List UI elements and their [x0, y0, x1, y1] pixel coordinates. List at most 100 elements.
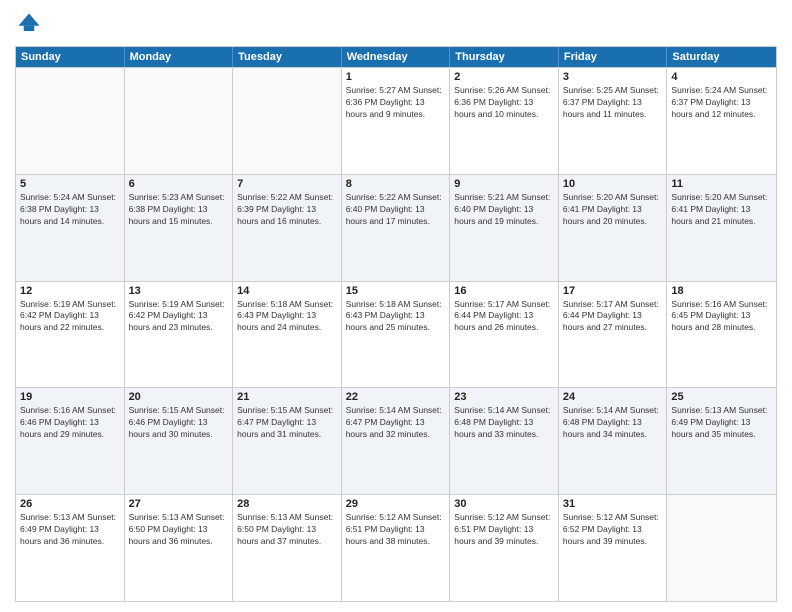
calendar-cell-21: 21 Sunrise: 5:15 AM Sunset: 6:47 PM Dayli…	[233, 388, 342, 494]
day-number: 22	[346, 391, 446, 403]
calendar-cell-19: 19Sunrise: 5:16 AM Sunset: 6:46 PM Dayli…	[16, 388, 125, 494]
day-info: Sunrise: 5:20 AM Sunset: 6:41 PM Dayligh…	[671, 192, 772, 228]
day-info: Sunrise: 5:18 AM Sunset: 6:43 PM Dayligh…	[237, 299, 337, 335]
page: SundayMondayTuesdayWednesdayThursdayFrid…	[0, 0, 792, 612]
calendar-cell-5: 5 Sunrise: 5:24 AM Sunset: 6:38 PM Daylig…	[16, 175, 125, 281]
day-number: 12	[20, 285, 120, 297]
day-number: 24	[563, 391, 663, 403]
day-number: 15	[346, 285, 446, 297]
day-number: 29	[346, 498, 446, 510]
calendar-cell-2: 2Sunrise: 5:26 AM Sunset: 6:36 PM Daylig…	[450, 68, 559, 174]
day-header-wednesday: Wednesday	[342, 47, 451, 67]
day-header-monday: Monday	[125, 47, 234, 67]
calendar-cell-13: 13Sunrise: 5:19 AM Sunset: 6:42 PM Dayli…	[125, 282, 234, 388]
day-info: Sunrise: 5:21 AM Sunset: 6:40 PM Dayligh…	[454, 192, 554, 228]
day-number: 13	[129, 285, 229, 297]
day-info: Sunrise: 5:22 AM Sunset: 6:40 PM Dayligh…	[346, 192, 446, 228]
day-info: Sunrise: 5:13 AM Sunset: 6:50 PM Dayligh…	[237, 512, 337, 548]
calendar-cell-28: 28 Sunrise: 5:13 AM Sunset: 6:50 PM Dayli…	[233, 495, 342, 601]
day-info: Sunrise: 5:22 AM Sunset: 6:39 PM Dayligh…	[237, 192, 337, 228]
calendar-cell-14: 14 Sunrise: 5:18 AM Sunset: 6:43 PM Dayli…	[233, 282, 342, 388]
day-info: Sunrise: 5:12 AM Sunset: 6:51 PM Dayligh…	[346, 512, 446, 548]
day-info: Sunrise: 5:24 AM Sunset: 6:37 PM Dayligh…	[671, 85, 772, 121]
day-info: Sunrise: 5:13 AM Sunset: 6:49 PM Dayligh…	[671, 405, 772, 441]
day-number: 1	[346, 71, 446, 83]
day-info: Sunrise: 5:17 AM Sunset: 6:44 PM Dayligh…	[563, 299, 663, 335]
day-number: 16	[454, 285, 554, 297]
calendar-cell-8: 8 Sunrise: 5:22 AM Sunset: 6:40 PM Daylig…	[342, 175, 451, 281]
calendar-cell-empty-0-1	[125, 68, 234, 174]
day-info: Sunrise: 5:12 AM Sunset: 6:51 PM Dayligh…	[454, 512, 554, 548]
calendar-cell-7: 7 Sunrise: 5:22 AM Sunset: 6:39 PM Daylig…	[233, 175, 342, 281]
calendar-week-1: 1 Sunrise: 5:27 AM Sunset: 6:36 PM Daylig…	[16, 67, 776, 174]
day-info: Sunrise: 5:23 AM Sunset: 6:38 PM Dayligh…	[129, 192, 229, 228]
calendar-week-2: 5 Sunrise: 5:24 AM Sunset: 6:38 PM Daylig…	[16, 174, 776, 281]
calendar: SundayMondayTuesdayWednesdayThursdayFrid…	[15, 46, 777, 602]
calendar-cell-18: 18 Sunrise: 5:16 AM Sunset: 6:45 PM Dayli…	[667, 282, 776, 388]
day-number: 2	[454, 71, 554, 83]
day-header-friday: Friday	[559, 47, 668, 67]
calendar-cell-29: 29 Sunrise: 5:12 AM Sunset: 6:51 PM Dayli…	[342, 495, 451, 601]
day-info: Sunrise: 5:16 AM Sunset: 6:46 PM Dayligh…	[20, 405, 120, 441]
day-info: Sunrise: 5:16 AM Sunset: 6:45 PM Dayligh…	[671, 299, 772, 335]
calendar-week-5: 26 Sunrise: 5:13 AM Sunset: 6:49 PM Dayli…	[16, 494, 776, 601]
day-number: 5	[20, 178, 120, 190]
day-info: Sunrise: 5:14 AM Sunset: 6:47 PM Dayligh…	[346, 405, 446, 441]
day-info: Sunrise: 5:17 AM Sunset: 6:44 PM Dayligh…	[454, 299, 554, 335]
logo-icon	[15, 10, 43, 38]
day-header-thursday: Thursday	[450, 47, 559, 67]
calendar-cell-11: 11 Sunrise: 5:20 AM Sunset: 6:41 PM Dayli…	[667, 175, 776, 281]
calendar-cell-empty-0-2	[233, 68, 342, 174]
calendar-cell-26: 26 Sunrise: 5:13 AM Sunset: 6:49 PM Dayli…	[16, 495, 125, 601]
calendar-cell-20: 20Sunrise: 5:15 AM Sunset: 6:46 PM Dayli…	[125, 388, 234, 494]
day-number: 28	[237, 498, 337, 510]
calendar-cell-23: 23Sunrise: 5:14 AM Sunset: 6:48 PM Dayli…	[450, 388, 559, 494]
calendar-cell-9: 9 Sunrise: 5:21 AM Sunset: 6:40 PM Daylig…	[450, 175, 559, 281]
calendar-week-3: 12Sunrise: 5:19 AM Sunset: 6:42 PM Dayli…	[16, 281, 776, 388]
calendar-cell-24: 24Sunrise: 5:14 AM Sunset: 6:48 PM Dayli…	[559, 388, 668, 494]
day-info: Sunrise: 5:13 AM Sunset: 6:49 PM Dayligh…	[20, 512, 120, 548]
header	[15, 10, 777, 38]
day-number: 14	[237, 285, 337, 297]
day-number: 21	[237, 391, 337, 403]
calendar-cell-31: 31 Sunrise: 5:12 AM Sunset: 6:52 PM Dayli…	[559, 495, 668, 601]
day-number: 8	[346, 178, 446, 190]
day-number: 25	[671, 391, 772, 403]
day-number: 7	[237, 178, 337, 190]
day-header-tuesday: Tuesday	[233, 47, 342, 67]
calendar-cell-10: 10 Sunrise: 5:20 AM Sunset: 6:41 PM Dayli…	[559, 175, 668, 281]
calendar-cell-15: 15 Sunrise: 5:18 AM Sunset: 6:43 PM Dayli…	[342, 282, 451, 388]
day-info: Sunrise: 5:18 AM Sunset: 6:43 PM Dayligh…	[346, 299, 446, 335]
day-number: 31	[563, 498, 663, 510]
day-info: Sunrise: 5:24 AM Sunset: 6:38 PM Dayligh…	[20, 192, 120, 228]
calendar-cell-22: 22 Sunrise: 5:14 AM Sunset: 6:47 PM Dayli…	[342, 388, 451, 494]
day-header-saturday: Saturday	[667, 47, 776, 67]
day-info: Sunrise: 5:20 AM Sunset: 6:41 PM Dayligh…	[563, 192, 663, 228]
calendar-cell-12: 12Sunrise: 5:19 AM Sunset: 6:42 PM Dayli…	[16, 282, 125, 388]
calendar-cell-3: 3Sunrise: 5:25 AM Sunset: 6:37 PM Daylig…	[559, 68, 668, 174]
day-header-sunday: Sunday	[16, 47, 125, 67]
calendar-cell-1: 1 Sunrise: 5:27 AM Sunset: 6:36 PM Daylig…	[342, 68, 451, 174]
calendar-week-4: 19Sunrise: 5:16 AM Sunset: 6:46 PM Dayli…	[16, 387, 776, 494]
day-number: 9	[454, 178, 554, 190]
calendar-cell-30: 30 Sunrise: 5:12 AM Sunset: 6:51 PM Dayli…	[450, 495, 559, 601]
day-info: Sunrise: 5:27 AM Sunset: 6:36 PM Dayligh…	[346, 85, 446, 121]
day-number: 30	[454, 498, 554, 510]
day-number: 4	[671, 71, 772, 83]
day-info: Sunrise: 5:15 AM Sunset: 6:47 PM Dayligh…	[237, 405, 337, 441]
day-number: 26	[20, 498, 120, 510]
day-number: 18	[671, 285, 772, 297]
calendar-header: SundayMondayTuesdayWednesdayThursdayFrid…	[16, 47, 776, 67]
day-info: Sunrise: 5:25 AM Sunset: 6:37 PM Dayligh…	[563, 85, 663, 121]
calendar-cell-empty-4-6	[667, 495, 776, 601]
day-number: 6	[129, 178, 229, 190]
day-number: 20	[129, 391, 229, 403]
day-number: 10	[563, 178, 663, 190]
logo	[15, 10, 47, 38]
day-number: 23	[454, 391, 554, 403]
calendar-cell-25: 25 Sunrise: 5:13 AM Sunset: 6:49 PM Dayli…	[667, 388, 776, 494]
day-number: 11	[671, 178, 772, 190]
calendar-cell-6: 6 Sunrise: 5:23 AM Sunset: 6:38 PM Daylig…	[125, 175, 234, 281]
day-info: Sunrise: 5:12 AM Sunset: 6:52 PM Dayligh…	[563, 512, 663, 548]
calendar-cell-17: 17Sunrise: 5:17 AM Sunset: 6:44 PM Dayli…	[559, 282, 668, 388]
